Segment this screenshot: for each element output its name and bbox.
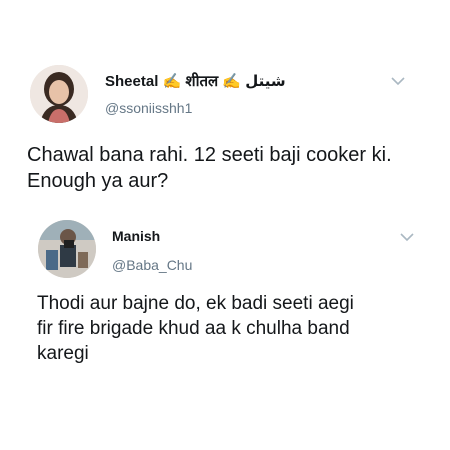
user-handle[interactable]: @ssoniisshh1 <box>105 100 192 116</box>
user-handle[interactable]: @Baba_Chu <box>112 257 192 273</box>
avatar[interactable] <box>30 65 88 123</box>
chevron-down-icon[interactable] <box>391 76 405 86</box>
display-name[interactable]: Manish <box>112 228 160 244</box>
chevron-down-icon[interactable] <box>400 232 414 242</box>
avatar[interactable] <box>38 220 96 278</box>
tweet-text: Thodi aur bajne do, ek badi seeti aegi f… <box>37 293 354 364</box>
profile-photo-icon <box>30 65 88 123</box>
display-name[interactable]: Sheetal ✍️ शीतल ✍️ شیتل <box>105 71 286 91</box>
tweet-text: Chawal bana rahi. 12 seeti baji cooker k… <box>27 144 392 192</box>
profile-photo-icon <box>38 220 96 278</box>
